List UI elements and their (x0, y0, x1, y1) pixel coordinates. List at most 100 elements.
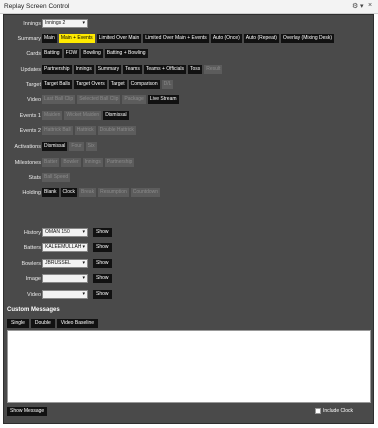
history-dropdown[interactable]: OMAN 150 ▾ (42, 228, 88, 237)
summary-auto-once--button[interactable]: Auto (Once) (210, 34, 242, 43)
tab-single[interactable]: Single (7, 319, 29, 328)
video2-label: Video (27, 292, 41, 298)
events2-row: Events 2 Hattrick Ball Hattrick Double Hatt… (4, 126, 375, 136)
bowlers-dropdown[interactable]: JBRUSSEL ▾ (42, 259, 88, 268)
milestones-partnership-button[interactable]: Partnership (104, 158, 135, 167)
show-message-button[interactable]: Show Message (7, 407, 48, 416)
innings-value: Innings 2 (45, 20, 66, 26)
milestones-bowler-button[interactable]: Bowler (61, 158, 81, 167)
dropdown-icon[interactable]: ▾ (360, 2, 364, 10)
summary-limited-over-main-button[interactable]: Limited Over Main (96, 34, 142, 43)
milestones-batter-button[interactable]: Batter (42, 158, 60, 167)
holding-blank-button[interactable]: Blank (42, 188, 59, 197)
stats-row: Stats Ball Speed (4, 173, 375, 183)
cards-fow-button[interactable]: FOW (63, 49, 80, 58)
holding-countdown-button[interactable]: Countdown (130, 188, 161, 197)
target-label: Target (25, 82, 41, 88)
include-clock-checkbox[interactable] (315, 408, 321, 414)
events1-wicket-maiden-button[interactable]: Wicket Maiden (64, 111, 102, 120)
target-d-l-button[interactable]: D/L (161, 80, 174, 89)
holding-clock-button[interactable]: Clock (60, 188, 78, 197)
activations-row: Activations Dismissal Four Six (4, 142, 375, 152)
events1-dismissal-button[interactable]: Dismissal (103, 111, 129, 120)
video2-dropdown[interactable]: ▾ (42, 290, 88, 299)
tab-double[interactable]: Double (30, 319, 55, 328)
holding-label: Holding (22, 190, 41, 196)
milestones-label: Milestones (14, 160, 41, 166)
video2-selector-row: Video ▾ Show (4, 290, 375, 300)
events1-maiden-button[interactable]: Maiden (42, 111, 63, 120)
chevron-down-icon: ▾ (82, 20, 85, 26)
cards-bowling-button[interactable]: Bowling (81, 49, 103, 58)
events2-hattrick-button[interactable]: Hattrick (74, 126, 96, 135)
updates-teams-officials-button[interactable]: Teams + Officials (143, 65, 186, 74)
image-dropdown[interactable]: ▾ (42, 274, 88, 283)
events1-label: Events 1 (19, 113, 41, 119)
summary-row: Summary Main Main + Events Limited Over Mai… (4, 34, 375, 44)
bowlers-show-button[interactable]: Show (93, 259, 112, 268)
custom-message-textarea[interactable] (7, 330, 371, 403)
control-panel: Innings Innings 2 ▾ Summary Main Main + Ev… (3, 14, 374, 424)
batters-dropdown[interactable]: KALEEMULLAH ▾ (42, 243, 88, 252)
activations-label: Activations (14, 144, 41, 150)
tab-video-baseline[interactable]: Video Baseline (56, 319, 99, 328)
events2-label: Events 2 (19, 128, 41, 134)
video-package-button[interactable]: Package (122, 95, 146, 104)
chevron-down-icon: ▾ (82, 244, 85, 250)
target-target-balls-button[interactable]: Target Balls (42, 80, 73, 89)
custom-messages-title: Custom Messages (7, 307, 60, 313)
holding-resumption-button[interactable]: Resumption (98, 188, 129, 197)
bowlers-selector-row: Bowlers JBRUSSEL ▾ Show (4, 259, 375, 269)
updates-teams-button[interactable]: Teams (123, 65, 142, 74)
target-target-overs-button[interactable]: Target Overs (74, 80, 107, 89)
cards-batting-button[interactable]: Batting (42, 49, 62, 58)
summary-main-button[interactable]: Main (42, 34, 57, 43)
updates-partnership-button[interactable]: Partnership (42, 65, 72, 74)
updates-innings-button[interactable]: Innings (73, 65, 94, 74)
chevron-down-icon: ▾ (82, 291, 85, 297)
milestones-innings-button[interactable]: Innings (82, 158, 103, 167)
video-selected-ball-clip-button[interactable]: Selected Ball Clip (77, 95, 121, 104)
include-clock-label: Include Clock (323, 408, 354, 414)
target-target-button[interactable]: Target (108, 80, 127, 89)
video2-show-button[interactable]: Show (93, 290, 112, 299)
events1-row: Events 1 Maiden Wicket Maiden Dismissal (4, 111, 375, 121)
activations-four-button[interactable]: Four (69, 142, 84, 151)
history-show-button[interactable]: Show (93, 228, 112, 237)
image-show-button[interactable]: Show (93, 274, 112, 283)
updates-toss-button[interactable]: Toss (187, 65, 203, 74)
updates-summary-button[interactable]: Summary (95, 65, 122, 74)
stats-ball-speed-button[interactable]: Ball Speed (42, 173, 71, 182)
video-last-ball-clip-button[interactable]: Last Ball Clip (42, 95, 76, 104)
holding-row: Holding Blank Clock Break Resumption Countdow… (4, 188, 375, 198)
innings-dropdown[interactable]: Innings 2 ▾ (42, 19, 88, 28)
events2-hattrick-ball-button[interactable]: Hattrick Ball (42, 126, 73, 135)
updates-result-button[interactable]: Result (204, 65, 223, 74)
updates-label: Updates (20, 67, 42, 73)
batters-show-button[interactable]: Show (93, 243, 112, 252)
summary-main-events-button[interactable]: Main + Events (58, 34, 95, 43)
video-live-stream-button[interactable]: Live Stream (147, 95, 179, 104)
updates-row: Updates Partnership Innings Summary Teams Tea… (4, 65, 375, 75)
target-row: Target Target Balls Target Overs Target Comp… (4, 80, 375, 90)
batters-label: Batters (23, 245, 41, 251)
activations-dismissal-button[interactable]: Dismissal (42, 142, 68, 151)
cards-row: Cards Batting FOW Bowling Batting + Bowling (4, 49, 375, 59)
image-label: Image (25, 276, 41, 282)
summary-limited-over-main-events-button[interactable]: Limited Over Main + Events (143, 34, 209, 43)
stats-label: Stats (28, 175, 41, 181)
video-row: Video Last Ball Clip Selected Ball Clip Pac… (4, 95, 375, 105)
target-comparison-button[interactable]: Comparison (128, 80, 160, 89)
summary-overlay-mixing-desk--button[interactable]: Overlay (Mixing Desk) (280, 34, 335, 43)
history-selector-row: History OMAN 150 ▾ Show (4, 228, 375, 238)
include-clock-option[interactable]: Include Clock (315, 408, 353, 414)
cards-batting-bowling-button[interactable]: Batting + Bowling (104, 49, 148, 58)
activations-six-button[interactable]: Six (85, 142, 97, 151)
events2-double-hattrick-button[interactable]: Double Hattrick (97, 126, 136, 135)
settings-icon[interactable]: ⚙ (352, 2, 358, 10)
batters-selector-row: Batters KALEEMULLAH ▾ Show (4, 243, 375, 253)
summary-auto-repeat--button[interactable]: Auto (Repeat) (243, 34, 279, 43)
close-icon[interactable]: × (368, 2, 372, 9)
holding-break-button[interactable]: Break (79, 188, 97, 197)
batters-value: KALEEMULLAH (45, 244, 82, 250)
